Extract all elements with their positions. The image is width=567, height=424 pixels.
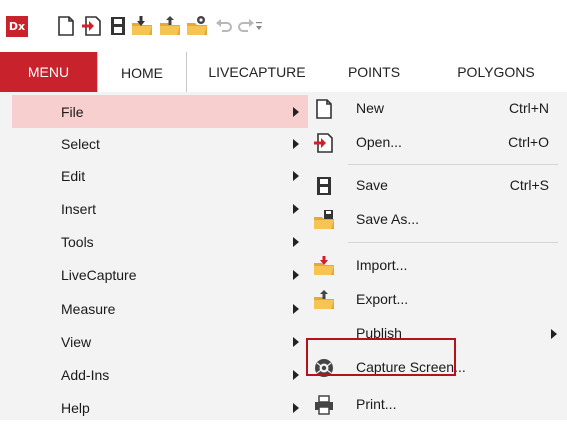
import-highlight-frame <box>306 338 456 376</box>
menu-item-edit[interactable]: Edit <box>12 159 308 192</box>
import-menu-item[interactable]: Import... <box>308 249 567 283</box>
submenu-arrow-icon <box>293 337 299 347</box>
quick-access-toolbar: Dx <box>0 0 567 52</box>
save-label: Save <box>356 177 388 193</box>
new-file-icon[interactable] <box>54 14 78 38</box>
open-file-icon[interactable] <box>80 14 104 38</box>
submenu-arrow-icon <box>293 370 299 380</box>
menu-item-label: LiveCapture <box>61 266 137 283</box>
export-label: Export... <box>356 291 409 307</box>
menu-item-insert[interactable]: Insert <box>12 192 308 225</box>
export-icon[interactable] <box>158 14 182 38</box>
menu-item-add-ins[interactable]: Add-Ins <box>12 358 308 391</box>
import-label: Import... <box>356 257 408 273</box>
app-logo[interactable]: Dx <box>6 16 28 37</box>
save-shortcut: Ctrl+S <box>509 177 549 193</box>
submenu-arrow-icon <box>293 139 299 149</box>
save-icon <box>312 174 336 198</box>
publish-icon[interactable] <box>185 14 209 38</box>
save-icon[interactable] <box>106 14 130 38</box>
menu-item-measure[interactable]: Measure <box>12 292 308 325</box>
open-shortcut: Ctrl+O <box>508 134 549 150</box>
undo-icon[interactable] <box>212 14 236 38</box>
tab-menu[interactable]: MENU <box>0 52 97 92</box>
printer-icon <box>312 393 336 417</box>
submenu-arrow-icon <box>551 329 557 339</box>
submenu-arrow-icon <box>293 237 299 247</box>
menu-item-label: File <box>61 103 84 120</box>
save-as-menu-item[interactable]: Save As... <box>308 203 567 237</box>
new-document-icon <box>312 97 336 121</box>
menu-item-file[interactable]: File <box>12 95 308 128</box>
tab-polygons[interactable]: POLYGONS <box>425 52 567 92</box>
export-icon <box>312 288 336 312</box>
menu-item-label: Tools <box>61 233 94 250</box>
menu-item-livecapture[interactable]: LiveCapture <box>12 258 308 291</box>
new-menu-item[interactable]: New Ctrl+N <box>308 92 567 126</box>
menu-item-tools[interactable]: Tools <box>12 225 308 258</box>
menu-item-help[interactable]: Help <box>12 391 308 424</box>
open-label: Open... <box>356 134 402 150</box>
submenu-arrow-icon <box>293 403 299 413</box>
tab-livecapture[interactable]: LIVECAPTURE <box>193 52 321 92</box>
export-menu-item[interactable]: Export... <box>308 283 567 317</box>
menu-item-label: Select <box>61 135 100 152</box>
menu-item-label: Add-Ins <box>61 366 110 383</box>
tab-points[interactable]: POINTS <box>335 52 413 92</box>
tab-home[interactable]: HOME <box>97 52 187 93</box>
menu-item-select[interactable]: Select <box>12 127 308 160</box>
submenu-arrow-icon <box>293 107 299 117</box>
menu-item-label: Help <box>61 399 90 416</box>
print-label: Print... <box>356 396 397 412</box>
menu-separator <box>348 242 558 243</box>
customize-dropdown-icon[interactable] <box>252 14 266 38</box>
submenu-arrow-icon <box>293 171 299 181</box>
save-as-icon <box>312 208 336 232</box>
menu-item-label: Measure <box>61 300 116 317</box>
open-icon <box>312 131 336 155</box>
menu-item-label: View <box>61 333 92 350</box>
menu-item-label: Insert <box>61 200 97 217</box>
open-menu-item[interactable]: Open... Ctrl+O <box>308 126 567 160</box>
menu-category-list: File Select Edit Insert Tools LiveCaptur… <box>12 92 308 420</box>
menu-item-label: Edit <box>61 167 86 184</box>
import-icon <box>312 254 336 278</box>
menu-item-view[interactable]: View <box>12 325 308 358</box>
application-menu: File Select Edit Insert Tools LiveCaptur… <box>0 92 567 420</box>
print-menu-item[interactable]: Print... <box>308 388 567 422</box>
submenu-arrow-icon <box>293 204 299 214</box>
submenu-arrow-icon <box>293 270 299 280</box>
save-menu-item[interactable]: Save Ctrl+S <box>308 169 567 203</box>
new-shortcut: Ctrl+N <box>508 100 549 116</box>
new-label: New <box>356 100 385 116</box>
save-as-label: Save As... <box>356 211 420 227</box>
ribbon-tab-bar: MENU HOME LIVECAPTURE POINTS POLYGONS <box>0 52 567 93</box>
submenu-arrow-icon <box>293 304 299 314</box>
menu-separator <box>348 164 558 165</box>
save-as-icon[interactable] <box>130 14 154 38</box>
